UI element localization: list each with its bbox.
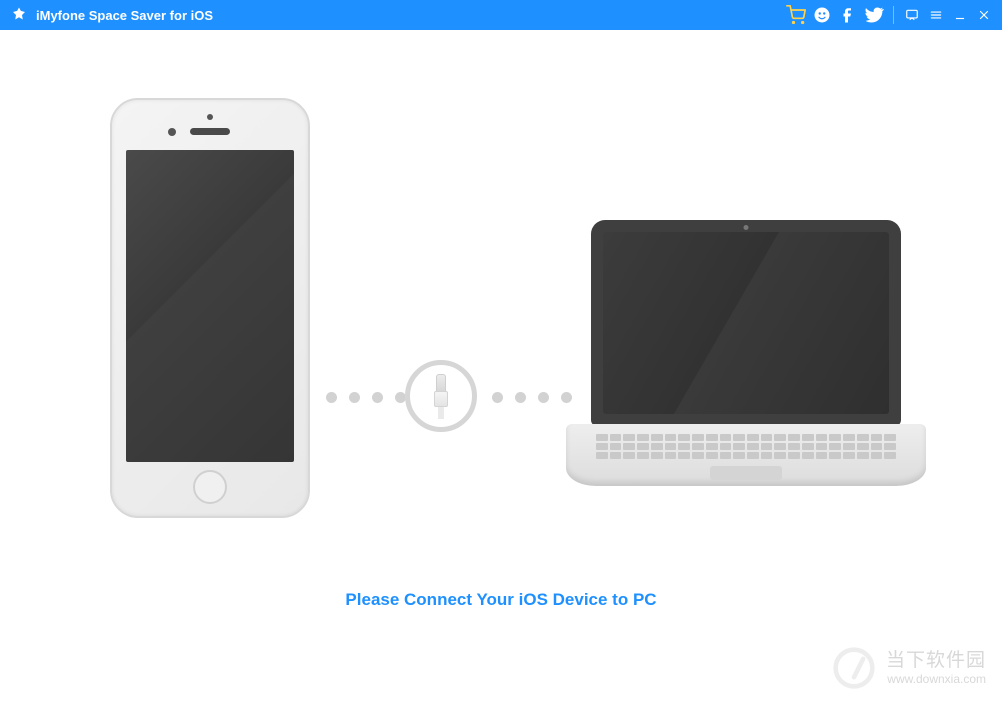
titlebar: iMyfone Space Saver for iOS — [0, 0, 1002, 30]
facebook-icon[interactable] — [835, 2, 861, 28]
connection-dots-left — [326, 392, 406, 403]
minimize-button[interactable] — [948, 2, 972, 28]
watermark-title: 当下软件园 — [886, 649, 986, 673]
lightning-connector-icon — [405, 360, 477, 432]
laptop-keyboard — [596, 430, 896, 463]
close-button[interactable] — [972, 2, 996, 28]
connect-prompt: Please Connect Your iOS Device to PC — [0, 590, 1002, 610]
main-content: Please Connect Your iOS Device to PC 当下软… — [0, 30, 1002, 702]
app-logo-icon — [10, 6, 28, 24]
cart-icon[interactable] — [783, 2, 809, 28]
laptop-illustration — [566, 220, 926, 486]
twitter-icon[interactable] — [861, 2, 887, 28]
titlebar-separator — [893, 6, 894, 24]
menu-icon[interactable] — [924, 2, 948, 28]
profile-icon[interactable] — [809, 2, 835, 28]
watermark: 当下软件园 www.downxia.com — [832, 646, 986, 690]
connection-dots-right — [492, 392, 572, 403]
feedback-icon[interactable] — [900, 2, 924, 28]
watermark-url: www.downxia.com — [886, 672, 986, 687]
iphone-illustration — [110, 98, 310, 518]
app-title: iMyfone Space Saver for iOS — [36, 8, 213, 23]
watermark-logo-icon — [832, 646, 876, 690]
